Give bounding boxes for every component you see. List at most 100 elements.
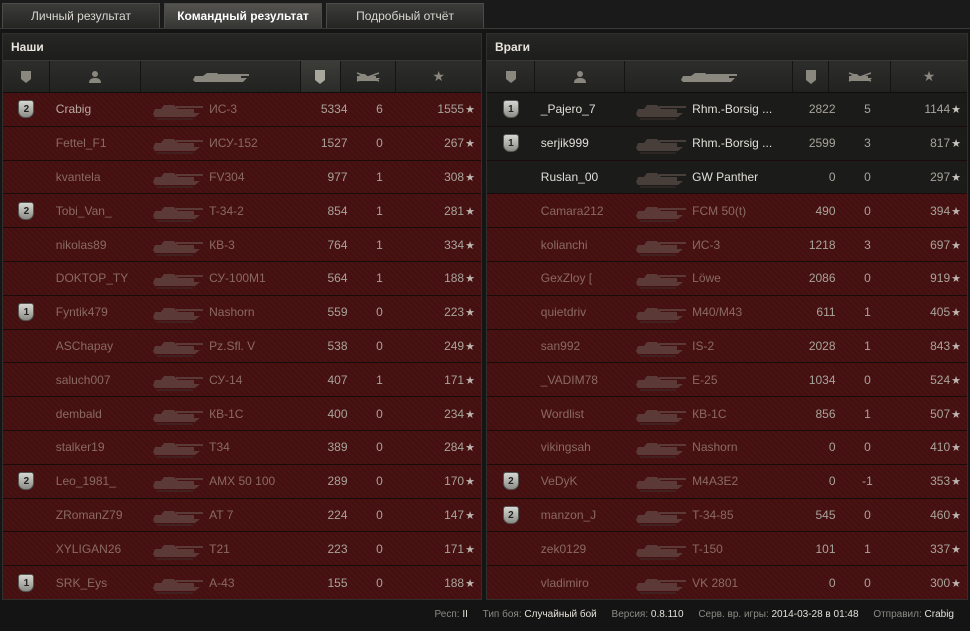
credits-cell: 300★	[895, 576, 967, 590]
player-name[interactable]: dembald	[50, 407, 150, 421]
rank-icon[interactable]	[487, 61, 535, 92]
player-name[interactable]: Leo_1981_	[50, 474, 150, 488]
experience-icon[interactable]	[793, 61, 829, 92]
player-row[interactable]: dembald КВ-1С 400 0 234★	[3, 397, 481, 431]
player-row[interactable]: 1 serjik999 Rhm.-Borsig ... 2599 3 817★	[487, 126, 967, 161]
player-name[interactable]: stalker19	[50, 440, 150, 454]
experience-value: 764	[327, 237, 348, 252]
tank-icon[interactable]	[141, 61, 301, 92]
player-name[interactable]: Wordlist	[535, 407, 633, 421]
player-row[interactable]: _VADIM78 E-25 1034 0 524★	[487, 363, 967, 398]
player-row[interactable]: ASChapay Pz.Sfl. V 538 0 249★	[3, 329, 481, 364]
tank-icon	[632, 97, 690, 121]
tab-team-result[interactable]: Командный результат	[164, 3, 322, 28]
player-name[interactable]: _VADIM78	[535, 373, 633, 387]
player-name[interactable]: ASChapay	[50, 339, 150, 353]
player-name[interactable]: serjik999	[535, 136, 633, 150]
star-icon: ★	[465, 205, 475, 218]
player-name[interactable]: Ruslan_00	[535, 170, 633, 184]
player-name[interactable]: zek0129	[535, 542, 633, 556]
player-row[interactable]: 1 _Pajero_7 Rhm.-Borsig ... 2822 5 1144★	[487, 93, 967, 127]
player-icon[interactable]	[50, 61, 142, 92]
server-time-value: 2014-03-28 в 01:48	[771, 609, 859, 620]
player-row[interactable]: 1 SRK_Eys A-43 155 0 188★	[3, 566, 481, 599]
vehicle-name: IS-2	[692, 338, 715, 353]
experience-value: 2599	[808, 136, 836, 151]
destroyed-tanks-icon[interactable]	[829, 61, 891, 92]
player-row[interactable]: XYLIGAN26 T21 223 0 171★	[3, 532, 481, 567]
player-row[interactable]: zek0129 T-150 101 1 337★	[487, 532, 967, 567]
player-row[interactable]: Ruslan_00 GW Panther 0 0 297★	[487, 160, 967, 195]
player-row[interactable]: Wordlist КВ-1С 856 1 507★	[487, 397, 967, 431]
player-name[interactable]: vikingsah	[535, 440, 633, 454]
vehicle-name: GW Panther	[692, 169, 759, 184]
player-row[interactable]: 2 manzon_J T-34-85 545 0 460★	[487, 498, 967, 533]
player-row[interactable]: 2 Crabig ИС-3 5334 6 1555★	[3, 93, 481, 127]
player-name[interactable]: Fettel_F1	[50, 136, 150, 150]
credits-value: 284	[444, 440, 465, 455]
player-name[interactable]: kvantela	[50, 170, 150, 184]
star-icon: ★	[465, 307, 475, 320]
star-icon: ★	[951, 543, 962, 556]
vehicle-name: T-34-85	[692, 507, 734, 522]
player-name[interactable]: manzon_J	[535, 508, 633, 522]
star-icon: ★	[465, 239, 475, 252]
player-name[interactable]: GexZloy [	[535, 271, 633, 285]
player-name[interactable]: Fyntik479	[50, 305, 150, 319]
star-icon: ★	[951, 239, 962, 252]
player-name[interactable]: nikolas89	[50, 238, 150, 252]
player-name[interactable]: ZRomanZ79	[50, 508, 150, 522]
player-name[interactable]: Crabig	[50, 102, 150, 116]
player-row[interactable]: san992 IS-2 2028 1 843★	[487, 329, 967, 364]
credits-cell: 281★	[407, 204, 481, 218]
player-row[interactable]: ZRomanZ79 AT 7 224 0 147★	[3, 498, 481, 533]
player-row[interactable]: kolianchi ИС-3 1218 3 697★	[487, 228, 967, 262]
player-row[interactable]: 2 Leo_1981_ AMX 50 100 289 0 170★	[3, 464, 481, 499]
player-name[interactable]: _Pajero_7	[535, 102, 633, 116]
player-name[interactable]: XYLIGAN26	[50, 542, 150, 556]
player-name[interactable]: Camara212	[535, 204, 633, 218]
player-name[interactable]: DOKTOP_TY	[50, 271, 150, 285]
enemies-title: Враги	[487, 34, 967, 60]
rank-icon[interactable]	[3, 61, 50, 92]
player-name[interactable]: quietdriv	[535, 305, 633, 319]
player-row[interactable]: DOKTOP_TY СУ-100М1 564 1 188★	[3, 261, 481, 296]
player-row[interactable]: 2 VeDyK M4A3E2 0 -1 353★	[487, 464, 967, 499]
player-name[interactable]: SRK_Eys	[50, 576, 150, 590]
kills-value: 0	[864, 575, 871, 590]
star-icon[interactable]: ★	[891, 61, 967, 92]
tank-icon	[149, 266, 207, 290]
star-icon: ★	[465, 273, 475, 286]
destroyed-tanks-icon[interactable]	[341, 61, 397, 92]
player-row[interactable]: stalker19 Т34 389 0 284★	[3, 430, 481, 465]
player-row[interactable]: 1 Fyntik479 Nashorn 559 0 223★	[3, 295, 481, 330]
tank-icon	[149, 368, 207, 392]
mastery-badge-icon: 1	[502, 134, 519, 153]
player-row[interactable]: GexZloy [Löwe 2086 0 919★	[487, 261, 967, 296]
tank-icon[interactable]	[625, 61, 793, 92]
tab-detailed-report[interactable]: Подробный отчёт	[326, 3, 484, 28]
player-row[interactable]: Fettel_F1 ИСУ-152 1527 0 267★	[3, 126, 481, 161]
star-icon[interactable]: ★	[396, 61, 481, 92]
player-row[interactable]: vikingsah Nashorn 0 0 410★	[487, 430, 967, 465]
vehicle-name: E-25	[692, 372, 718, 387]
player-name[interactable]: vladimiro	[535, 576, 633, 590]
tab-personal-result[interactable]: Личный результат	[2, 3, 160, 28]
player-row[interactable]: kvantela FV304 977 1 308★	[3, 160, 481, 195]
player-name[interactable]: kolianchi	[535, 238, 633, 252]
player-name[interactable]: VeDyK	[535, 474, 633, 488]
player-name[interactable]: san992	[535, 339, 633, 353]
credits-value: 188	[444, 575, 465, 590]
player-row[interactable]: vladimiro VK 2801 0 0 300★	[487, 566, 967, 599]
player-name[interactable]: saluch007	[50, 373, 150, 387]
experience-icon[interactable]	[300, 61, 341, 92]
player-row[interactable]: nikolas89 КВ-3 764 1 334★	[3, 228, 481, 262]
player-row[interactable]: Camara212 FCM 50(t) 490 0 394★	[487, 194, 967, 229]
star-icon: ★	[951, 307, 962, 320]
player-row[interactable]: saluch007 СУ-14 407 1 171★	[3, 363, 481, 398]
player-row[interactable]: quietdriv M40/M43 611 1 405★	[487, 295, 967, 330]
player-icon[interactable]	[535, 61, 625, 92]
tank-icon	[632, 571, 690, 595]
player-name[interactable]: Tobi_Van_	[50, 204, 150, 218]
player-row[interactable]: 2 Tobi_Van_ T-34-2 854 1 281★	[3, 194, 481, 229]
